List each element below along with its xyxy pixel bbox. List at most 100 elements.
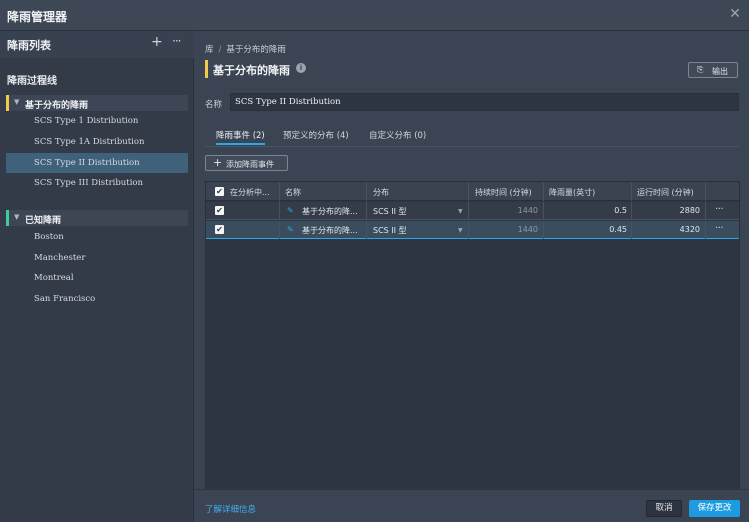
cell-divider: [631, 202, 632, 220]
add-rainfall-event-button[interactable]: + 添加降雨事件: [205, 155, 288, 171]
export-icon: ⎘: [697, 65, 704, 74]
column-header-runtime[interactable]: 运行时间 (分钟): [637, 187, 694, 198]
duration-value: 1440: [517, 225, 538, 234]
column-header-name[interactable]: 名称: [285, 187, 301, 198]
column-divider: [543, 182, 544, 201]
save-changes-button[interactable]: 保存更改: [689, 500, 740, 517]
sidebar-item-label: San Francisco: [34, 294, 96, 304]
section-title: 降雨过程线: [7, 76, 57, 87]
sidebar-item-label: SCS Type III Distribution: [34, 178, 144, 188]
sidebar-item-scs-type-1a[interactable]: SCS Type 1A Distribution: [6, 132, 188, 152]
cell-divider: [543, 221, 544, 239]
group-color-bar: [6, 95, 9, 111]
group-distribution-rainfall[interactable]: ▼ 基于分布的降雨: [6, 95, 188, 111]
edit-icon[interactable]: ✎: [287, 206, 294, 215]
sidebar-title: 降雨列表: [7, 39, 51, 52]
row-more-icon[interactable]: ···: [715, 223, 724, 234]
title-accent-bar: [205, 60, 208, 78]
sidebar-item-san-francisco[interactable]: San Francisco: [6, 289, 188, 309]
export-button[interactable]: ⎘ 输出: [688, 62, 738, 78]
group-label: 基于分布的降雨: [25, 101, 89, 111]
sidebar-item-montreal[interactable]: Montreal: [6, 268, 188, 288]
column-divider: [279, 182, 280, 201]
event-name[interactable]: 基于分布的降...: [302, 206, 358, 217]
column-header-in-analysis[interactable]: 在分析中...: [230, 187, 270, 198]
page-title: 基于分布的降雨: [213, 64, 290, 77]
chevron-down-icon[interactable]: ▼: [14, 98, 19, 106]
cell-divider: [366, 221, 367, 239]
distribution-select[interactable]: SCS II 型: [373, 225, 407, 236]
export-label: 输出: [712, 67, 728, 76]
column-divider: [631, 182, 632, 201]
tab-predefined-distributions[interactable]: 预定义的分布 (4): [283, 129, 349, 145]
rainfall-value[interactable]: 0.45: [576, 225, 627, 234]
distribution-select[interactable]: SCS II 型: [373, 206, 407, 217]
sidebar-item-boston[interactable]: Boston: [6, 227, 188, 247]
breadcrumb: 库 / 基于分布的降雨: [205, 43, 286, 55]
cell-divider: [366, 202, 367, 220]
in-analysis-checkbox[interactable]: ✔: [215, 206, 224, 215]
rainfall-value[interactable]: 0.5: [576, 206, 627, 215]
sidebar-item-label: SCS Type 1A Distribution: [34, 137, 145, 147]
sidebar-item-label: SCS Type II Distribution: [34, 158, 140, 168]
tab-rainfall-events[interactable]: 降雨事件 (2): [216, 129, 265, 145]
breadcrumb-root[interactable]: 库: [205, 45, 214, 55]
name-field[interactable]: SCS Type II Distribution: [230, 93, 739, 111]
sidebar-item-manchester[interactable]: Manchester: [6, 248, 188, 268]
dialog-footer: 了解详细信息 取消 保存更改: [194, 489, 749, 522]
cell-divider: [631, 221, 632, 239]
cell-divider: [705, 221, 706, 239]
group-known-rainfall[interactable]: ▼ 已知降雨: [6, 210, 188, 226]
column-header-duration[interactable]: 持续时间 (分钟): [475, 187, 532, 198]
table-row[interactable]: ✔ ✎ 基于分布的降... SCS II 型 ▼ 1440 0.45 4320 …: [206, 221, 739, 239]
sidebar-item-scs-type-3[interactable]: SCS Type III Distribution: [6, 173, 188, 193]
sidebar-item-scs-type-1[interactable]: SCS Type 1 Distribution: [6, 111, 188, 131]
cancel-button[interactable]: 取消: [646, 500, 682, 517]
window-title: 降雨管理器: [7, 10, 68, 24]
chevron-down-icon[interactable]: ▼: [14, 213, 19, 221]
in-analysis-checkbox[interactable]: ✔: [215, 225, 224, 234]
sidebar-item-label: Boston: [34, 232, 64, 242]
chevron-down-icon[interactable]: ▼: [458, 208, 463, 215]
column-header-distribution[interactable]: 分布: [373, 187, 389, 198]
cell-divider: [279, 202, 280, 220]
breadcrumb-current: 基于分布的降雨: [226, 45, 286, 55]
table-header: ✔ 在分析中... 名称 分布 持续时间 (分钟) 降雨量(英寸) 运行时间 (…: [206, 182, 739, 201]
add-icon[interactable]: +: [151, 34, 163, 50]
breadcrumb-separator: /: [218, 45, 222, 55]
column-divider: [705, 182, 706, 201]
main-panel: 库 / 基于分布的降雨 基于分布的降雨 i ⎘ 输出 名称 SCS Type II …: [194, 31, 749, 522]
info-icon[interactable]: i: [296, 63, 306, 73]
column-header-rainfall[interactable]: 降雨量(英寸): [549, 187, 595, 198]
more-icon[interactable]: ···: [172, 34, 182, 48]
table-row[interactable]: ✔ ✎ 基于分布的降... SCS II 型 ▼ 1440 0.5 2880 ·…: [206, 202, 739, 220]
select-all-checkbox[interactable]: ✔: [215, 187, 224, 196]
cell-divider: [468, 221, 469, 239]
cell-divider: [279, 221, 280, 239]
close-icon[interactable]: ✕: [727, 6, 743, 22]
column-divider: [468, 182, 469, 201]
chevron-down-icon[interactable]: ▼: [458, 227, 463, 234]
learn-more-link[interactable]: 了解详细信息: [205, 503, 256, 515]
runtime-value[interactable]: 2880: [656, 206, 700, 215]
edit-icon[interactable]: ✎: [287, 225, 294, 234]
rainfall-events-table: ✔ 在分析中... 名称 分布 持续时间 (分钟) 降雨量(英寸) 运行时间 (…: [205, 181, 740, 506]
sidebar-item-scs-type-2[interactable]: SCS Type II Distribution: [6, 153, 188, 173]
add-button-label: 添加降雨事件: [226, 160, 274, 169]
group-label: 已知降雨: [25, 216, 62, 226]
name-label: 名称: [205, 100, 223, 110]
event-name[interactable]: 基于分布的降...: [302, 225, 358, 236]
row-more-icon[interactable]: ···: [715, 204, 724, 215]
sidebar-item-label: SCS Type 1 Distribution: [34, 116, 139, 126]
sidebar-item-label: Montreal: [34, 273, 74, 283]
sidebar: 降雨列表 + ··· 降雨过程线 ▼ 基于分布的降雨 SCS Type 1 Di…: [0, 31, 194, 522]
duration-value: 1440: [517, 206, 538, 215]
sidebar-item-label: Manchester: [34, 253, 86, 263]
cell-divider: [468, 202, 469, 220]
cell-divider: [705, 202, 706, 220]
runtime-value[interactable]: 4320: [656, 225, 700, 234]
tab-custom-distributions[interactable]: 自定义分布 (0): [369, 129, 426, 145]
window-titlebar: 降雨管理器 ✕: [0, 0, 749, 31]
column-divider: [366, 182, 367, 201]
tab-underline-divider: [205, 146, 739, 147]
